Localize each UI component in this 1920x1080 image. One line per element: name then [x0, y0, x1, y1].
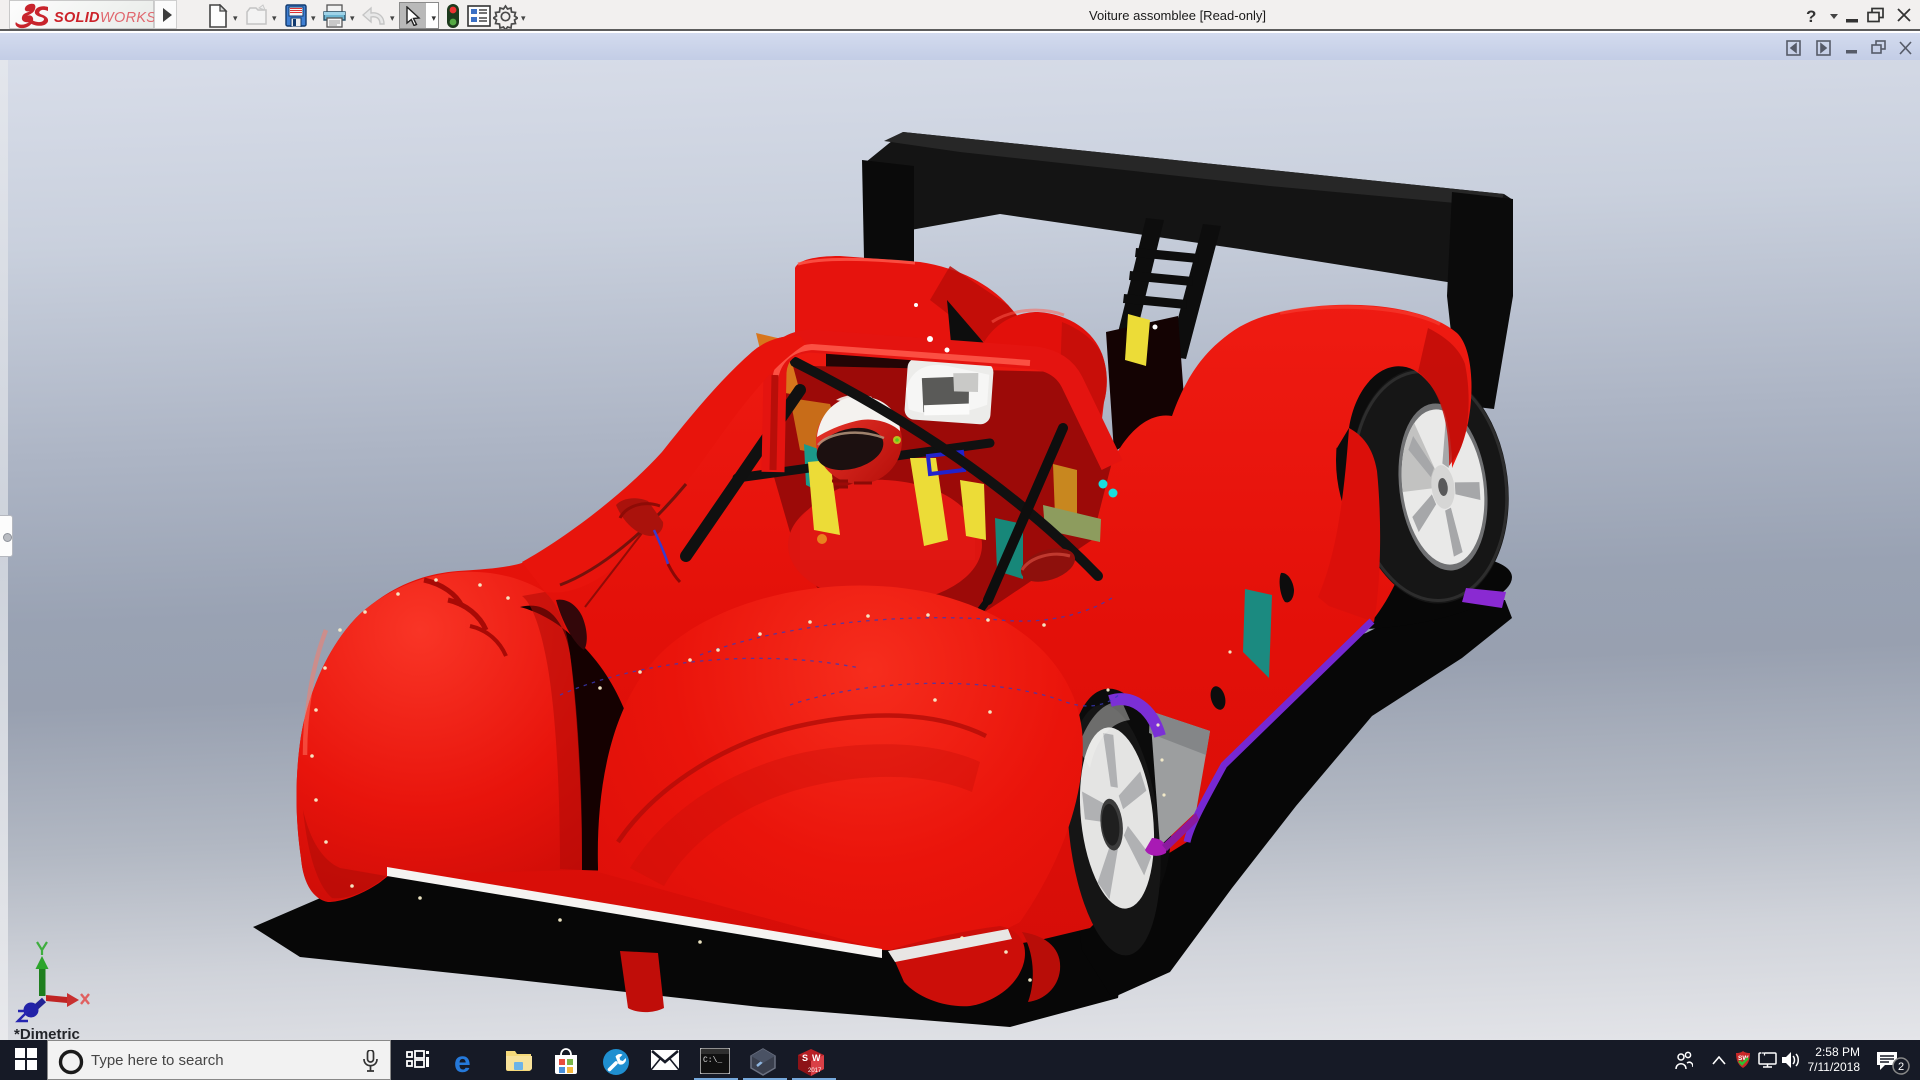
svg-text:e: e [454, 1048, 471, 1076]
svg-text:WORKS: WORKS [100, 10, 155, 26]
svg-text:W: W [812, 1053, 821, 1063]
svg-text:2: 2 [1898, 1061, 1904, 1073]
svg-text:S: S [802, 1053, 808, 1063]
svg-text:?: ? [1806, 7, 1816, 26]
svg-text:SOLID: SOLID [54, 10, 100, 26]
svg-text:C:\_: C:\_ [703, 1056, 722, 1065]
svg-text:2017: 2017 [808, 1068, 822, 1074]
